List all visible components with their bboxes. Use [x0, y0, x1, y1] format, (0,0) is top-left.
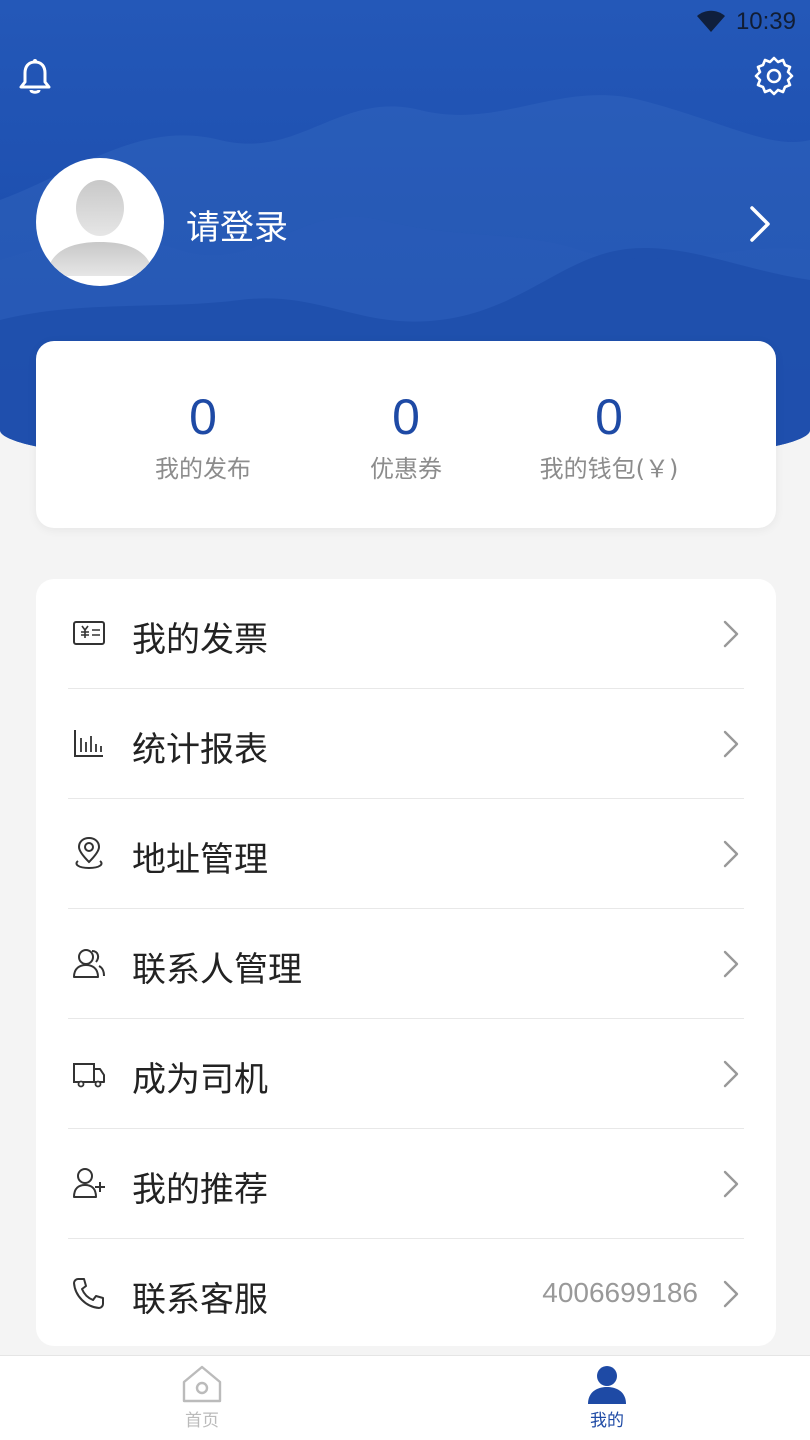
chevron-right-icon	[723, 620, 739, 648]
stat-coupons[interactable]: 0 优惠券	[301, 387, 511, 484]
chevron-right-icon	[723, 1170, 739, 1198]
location-icon	[75, 836, 103, 870]
menu-label: 统计报表	[132, 730, 268, 770]
login-prompt[interactable]: 请登录	[186, 200, 288, 249]
stat-wallet[interactable]: 0 我的钱包(￥)	[504, 387, 714, 484]
tab-label: 我的	[590, 1411, 624, 1431]
tab-label: 首页	[185, 1411, 219, 1431]
chart-icon	[74, 730, 103, 757]
menu-item-invoice[interactable]: 我的发票	[68, 579, 744, 689]
stat-value: 0	[595, 389, 623, 445]
chevron-right-icon	[723, 730, 739, 758]
user-icon	[588, 1366, 626, 1404]
status-bar: 10:39	[696, 6, 796, 38]
menu-label: 联系客服	[132, 1280, 268, 1320]
chevron-right-icon	[723, 1060, 739, 1088]
gear-icon[interactable]	[754, 56, 794, 96]
stat-value: 0	[392, 389, 420, 445]
bottom-tab-bar: 首页 我的	[0, 1355, 810, 1440]
avatar[interactable]	[36, 158, 164, 286]
service-phone-number: 4006699186	[542, 1277, 698, 1308]
stat-value: 0	[189, 389, 217, 445]
bell-icon[interactable]	[18, 58, 52, 96]
menu-card: 我的发票 统计报表 地址管理 联系人管理 成为司机 我的推荐 联系客服 4006…	[36, 579, 776, 1346]
home-icon	[182, 1365, 222, 1403]
stat-posts[interactable]: 0 我的发布	[98, 387, 308, 484]
chevron-right-icon[interactable]	[748, 204, 772, 244]
menu-item-statistics[interactable]: 统计报表	[68, 689, 744, 799]
menu-item-become-driver[interactable]: 成为司机	[68, 1019, 744, 1129]
wifi-icon	[696, 10, 725, 32]
menu-label: 成为司机	[132, 1060, 268, 1100]
menu-item-customer-service[interactable]: 联系客服 4006699186	[68, 1239, 744, 1349]
contacts-icon	[73, 949, 105, 978]
stats-card: 0 我的发布 0 优惠券 0 我的钱包(￥)	[36, 341, 776, 528]
menu-label: 地址管理	[132, 840, 268, 880]
tab-mine[interactable]: 我的	[547, 1364, 667, 1431]
stat-label: 优惠券	[370, 455, 442, 483]
default-avatar-icon	[46, 180, 154, 276]
tab-home[interactable]: 首页	[142, 1364, 262, 1431]
menu-label: 联系人管理	[132, 950, 302, 990]
add-user-icon	[73, 1168, 105, 1198]
truck-icon	[73, 1063, 105, 1088]
phone-icon	[73, 1278, 104, 1309]
chevron-right-icon	[723, 840, 739, 868]
menu-item-contacts[interactable]: 联系人管理	[68, 909, 744, 1019]
stat-label: 我的钱包(￥)	[539, 455, 679, 483]
chevron-right-icon	[723, 950, 739, 978]
chevron-right-icon	[723, 1280, 739, 1308]
stat-label: 我的发布	[155, 455, 251, 483]
menu-item-referrals[interactable]: 我的推荐	[68, 1129, 744, 1239]
invoice-icon	[73, 621, 105, 645]
menu-label: 我的推荐	[132, 1170, 268, 1210]
menu-label: 我的发票	[132, 620, 268, 660]
menu-item-address[interactable]: 地址管理	[68, 799, 744, 909]
status-time: 10:39	[735, 8, 796, 35]
